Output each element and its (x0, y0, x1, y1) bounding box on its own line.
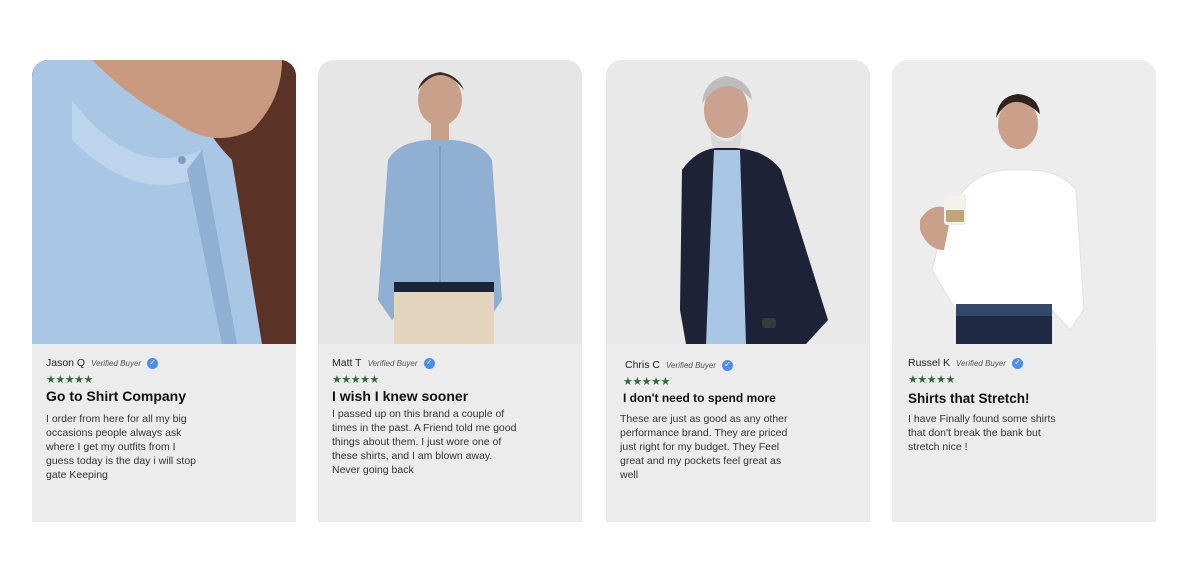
review-card: Jason Q Verified Buyer ✓ ★★★★★ Go to Shi… (32, 60, 296, 522)
review-title: Go to Shirt Company (46, 388, 186, 404)
review-text: I order from here for all my big occasio… (46, 413, 196, 481)
review-card: Russel K Verified Buyer ✓ ★★★★★ Shirts t… (892, 60, 1156, 522)
verified-check-icon: ✓ (721, 359, 733, 371)
review-card: Matt T Verified Buyer ✓ ★★★★★ I wish I k… (318, 60, 582, 522)
reviewer-name: Jason Q (46, 357, 86, 369)
reviewer-name: Chris C (625, 359, 661, 371)
review-text: These are just as good as any other perf… (620, 413, 788, 481)
review-title: Shirts that Stretch! (908, 391, 1030, 406)
review-text: I have Finally found some shirts that do… (908, 413, 1056, 453)
verified-buyer-label: Verified Buyer (666, 360, 716, 370)
review-text: I passed up on this brand a couple of ti… (332, 408, 517, 476)
reviewer-info: Matt T Verified Buyer ✓ (332, 357, 435, 369)
review-card: Chris C Verified Buyer ✓ ★★★★★ I don't n… (606, 60, 870, 522)
verified-buyer-label: Verified Buyer (956, 358, 1006, 368)
verified-check-icon: ✓ (423, 357, 435, 369)
verified-buyer-label: Verified Buyer (367, 358, 418, 368)
verified-buyer-label: Verified Buyer (91, 358, 142, 368)
reviewer-info: Chris C Verified Buyer ✓ (625, 359, 733, 371)
product-photo (318, 60, 582, 344)
product-photo (606, 60, 870, 344)
star-rating: ★★★★★ (332, 374, 379, 386)
star-rating: ★★★★★ (46, 374, 93, 386)
product-photo (32, 60, 296, 344)
star-rating: ★★★★★ (623, 376, 670, 388)
star-rating: ★★★★★ (908, 374, 955, 386)
reviewer-name: Russel K (908, 357, 951, 369)
reviewer-name: Matt T (332, 357, 362, 369)
review-title: I wish I knew sooner (332, 388, 469, 404)
verified-check-icon: ✓ (147, 357, 159, 369)
reviewer-info: Jason Q Verified Buyer ✓ (46, 357, 159, 369)
product-photo (892, 60, 1156, 344)
verified-check-icon: ✓ (1011, 357, 1023, 369)
review-title: I don't need to spend more (623, 391, 776, 405)
reviewer-info: Russel K Verified Buyer ✓ (908, 357, 1023, 369)
